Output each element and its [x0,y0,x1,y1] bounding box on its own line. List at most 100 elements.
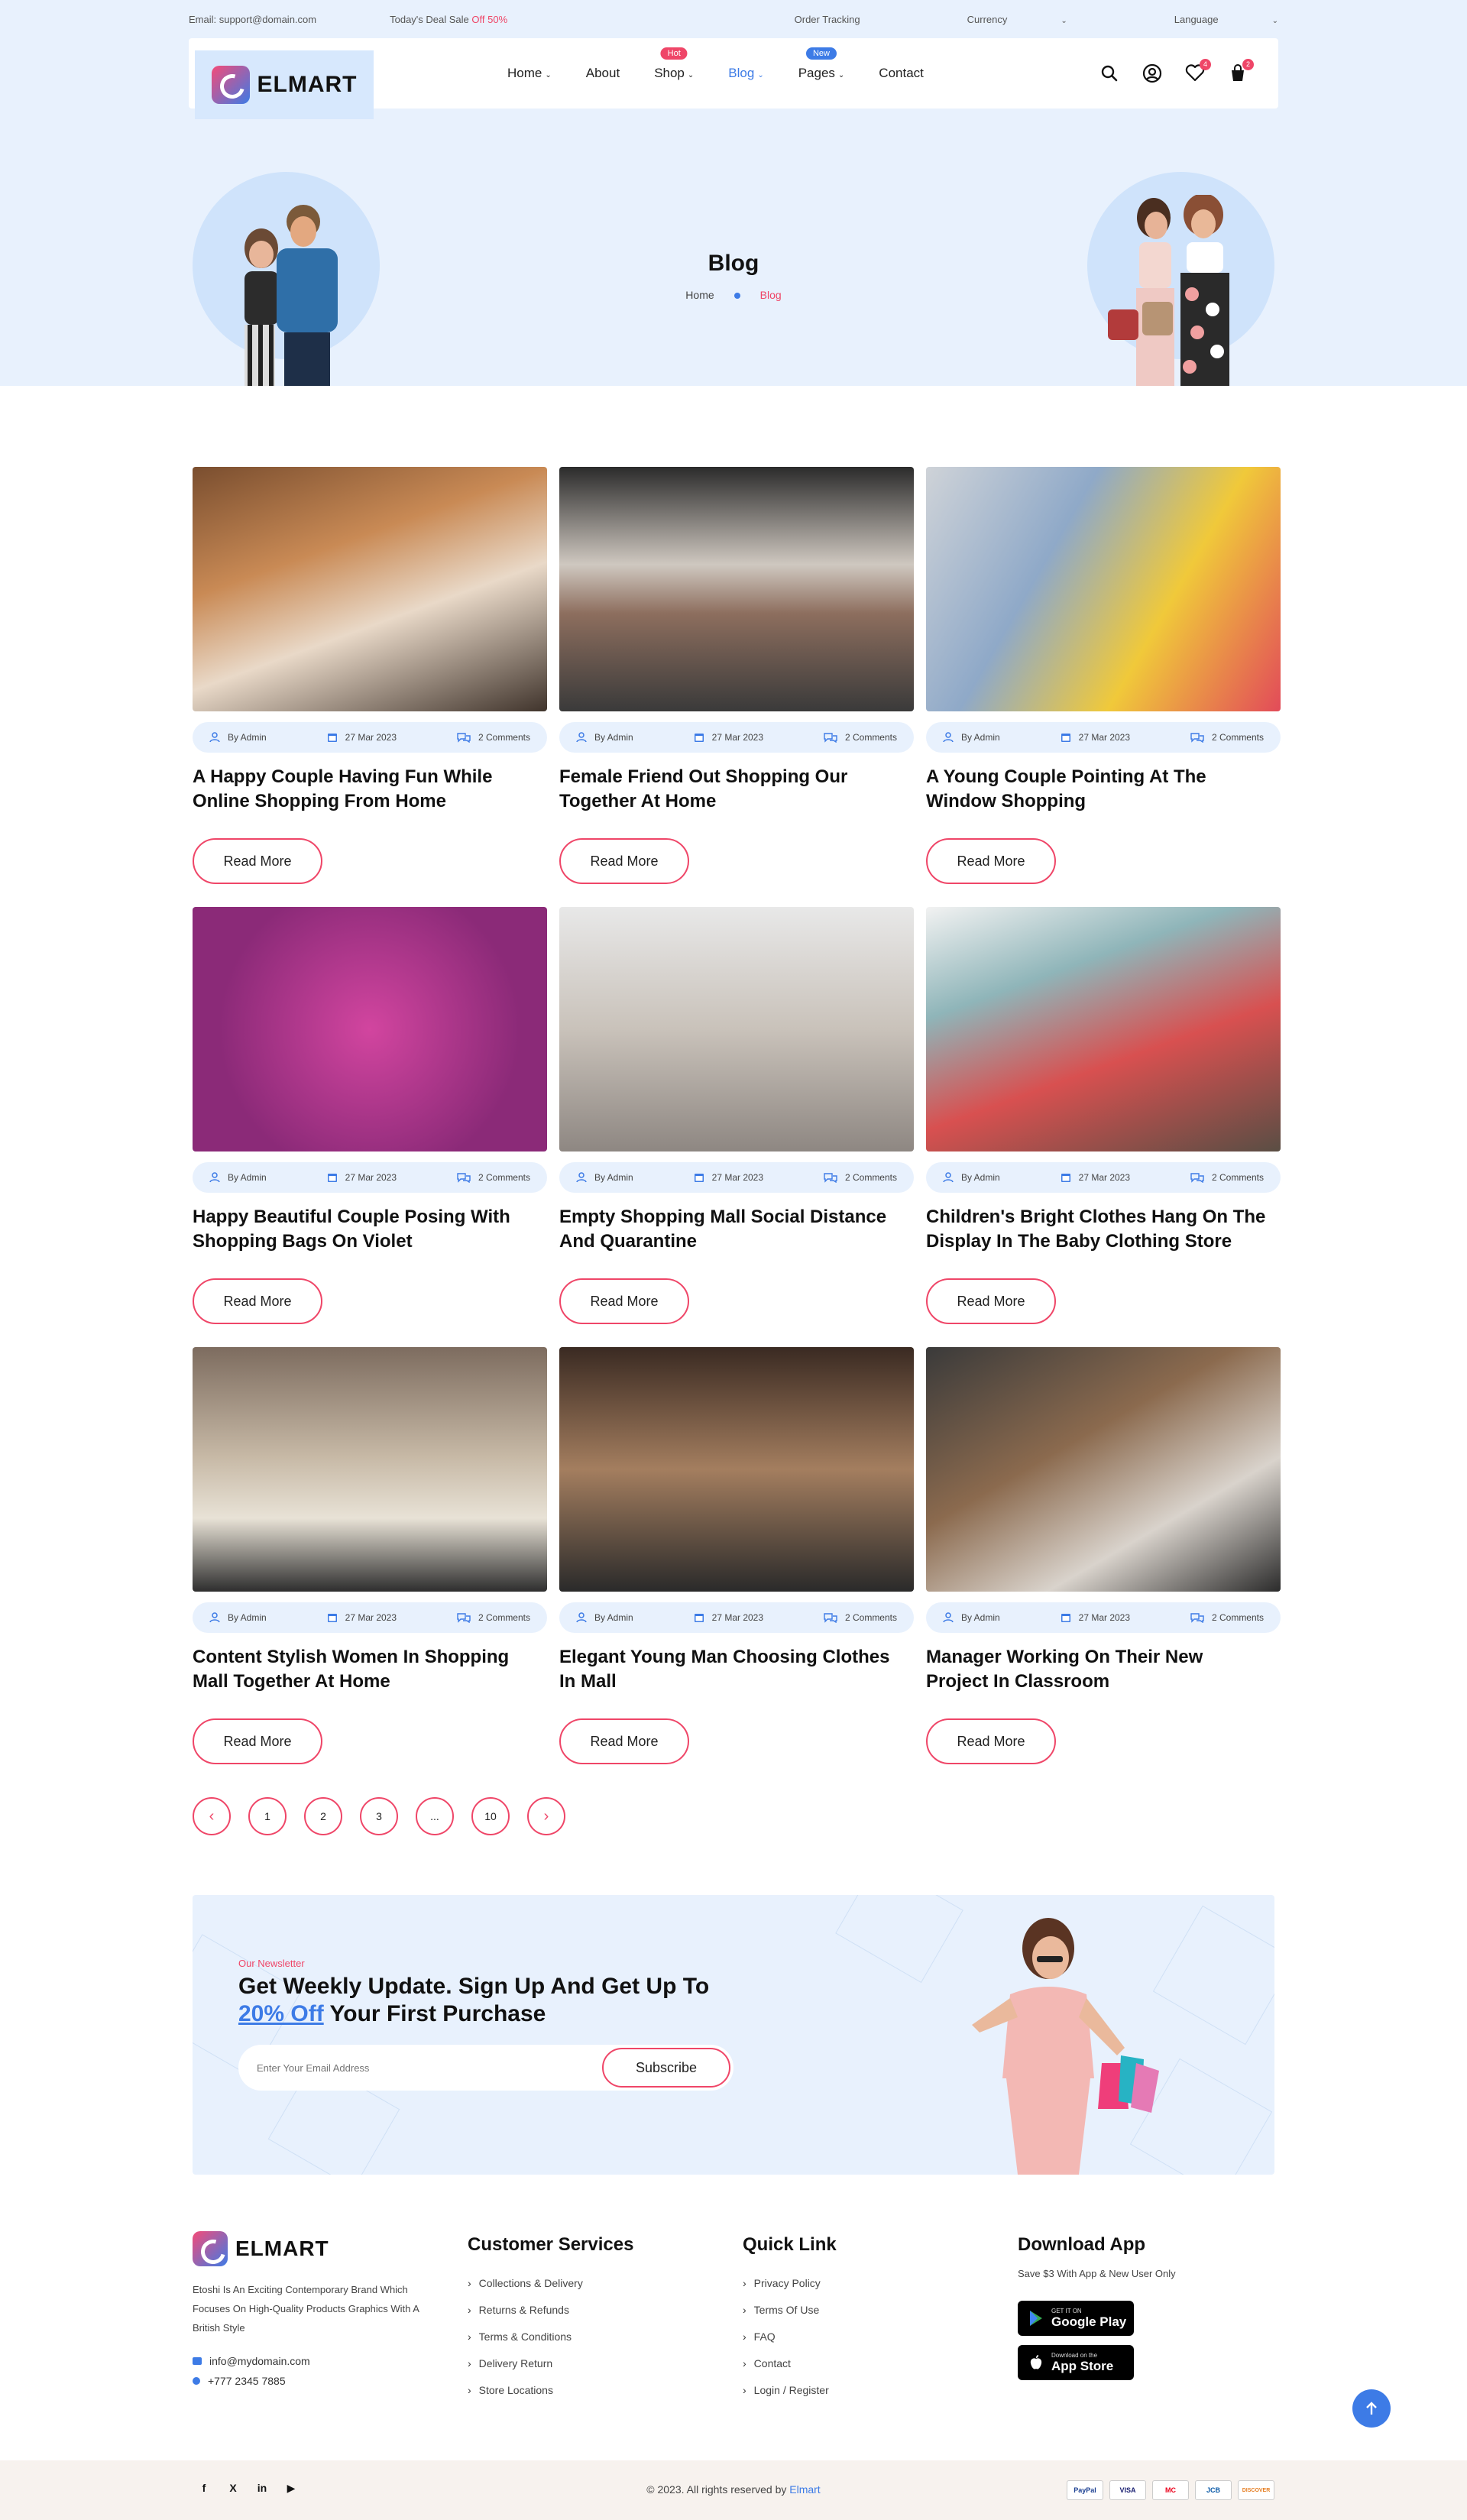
blog-card-image[interactable] [193,467,547,711]
copyright-brand-link[interactable]: Elmart [789,2483,820,2496]
read-more-button[interactable]: Read More [926,1278,1056,1324]
google-play-icon [1030,2311,1042,2326]
footer-link[interactable]: Collections & Delivery [468,2277,633,2289]
menu-item-blog[interactable]: Blog ⌄ [728,66,763,81]
read-more-button[interactable]: Read More [559,1278,689,1324]
deal-text: Today's Deal Sale [390,13,469,25]
menu-item-shop[interactable]: Hot Shop ⌄ [654,47,694,81]
date-meta: 27 Mar 2023 [327,1172,397,1183]
read-more-button[interactable]: Read More [193,1718,322,1764]
subscribe-button[interactable]: Subscribe [602,2048,730,2088]
blog-card-image[interactable] [926,907,1281,1151]
blog-card-image[interactable] [559,907,914,1151]
calendar-icon [1061,734,1070,742]
newsletter-email-input[interactable] [257,2045,562,2091]
footer-link[interactable]: Returns & Refunds [468,2304,633,2316]
blog-card-title[interactable]: Children's Bright Clothes Hang On The Di… [926,1205,1270,1254]
search-icon[interactable] [1099,63,1119,83]
logo[interactable]: ELMART [195,50,374,119]
comments-text: 2 Comments [844,1612,897,1623]
footer-link[interactable]: FAQ [743,2331,837,2343]
wishlist-icon[interactable]: 4 [1185,59,1211,83]
date-meta: 27 Mar 2023 [694,732,763,743]
blog-card-image[interactable] [926,1347,1281,1592]
blog-card-image[interactable] [559,1347,914,1592]
read-more-button[interactable]: Read More [926,1718,1056,1764]
user-icon [576,1172,587,1183]
comments-text: 2 Comments [478,732,530,743]
read-more-button[interactable]: Read More [559,838,689,884]
blog-card: By Admin 27 Mar 2023 2 Comments Female F… [559,467,914,907]
arrow-up-icon [1366,2402,1377,2415]
date-meta: 27 Mar 2023 [1061,732,1130,743]
footer-link[interactable]: Login / Register [743,2384,837,2396]
read-more-button[interactable]: Read More [193,838,322,884]
menu-label: Home [507,66,542,80]
blog-card: By Admin 27 Mar 2023 2 Comments A Young … [926,467,1281,907]
read-more-button[interactable]: Read More [926,838,1056,884]
author-meta: By Admin [209,1612,267,1623]
nav-icons: 4 2 [1099,59,1254,83]
menu-item-pages[interactable]: New Pages ⌄ [798,47,844,81]
footer-download-app: Download App Save $3 With App & New User… [1018,2231,1176,2389]
blog-card-title[interactable]: Happy Beautiful Couple Posing With Shopp… [193,1205,536,1254]
blog-card-title[interactable]: Content Stylish Women In Shopping Mall T… [193,1645,536,1694]
date-text: 27 Mar 2023 [711,732,764,743]
pagination: ‹ 1 2 3... 10 › [193,1797,565,1835]
language-dropdown[interactable]: Language ⌄ [1121,14,1278,25]
app-store-button[interactable]: Download on the App Store [1018,2345,1134,2380]
pagination-page-button[interactable]: 3 [360,1797,398,1835]
author-text: By Admin [594,732,633,743]
pagination-prev-button[interactable]: ‹ [193,1797,231,1835]
menu-item-about[interactable]: About [586,66,620,81]
pagination-page-button[interactable]: 10 [471,1797,510,1835]
pagination-next-button[interactable]: › [527,1797,565,1835]
date-text: 27 Mar 2023 [711,1612,764,1623]
cart-icon[interactable]: 2 [1228,59,1254,83]
author-meta: By Admin [943,1612,1000,1623]
blog-card-title[interactable]: Female Friend Out Shopping Our Together … [559,765,903,814]
blog-card-image[interactable] [926,467,1281,711]
footer-link[interactable]: Store Locations [468,2384,633,2396]
read-more-button[interactable]: Read More [193,1278,322,1324]
footer-link[interactable]: Terms Of Use [743,2304,837,2316]
blog-card-title[interactable]: Elegant Young Man Choosing Clothes In Ma… [559,1645,903,1694]
calendar-icon [694,1614,704,1622]
pagination-page-button[interactable]: 2 [304,1797,342,1835]
blog-card-meta: By Admin 27 Mar 2023 2 Comments [559,1162,914,1193]
blog-card-image[interactable] [559,467,914,711]
footer-logo[interactable]: ELMART [193,2231,429,2266]
order-tracking-link[interactable]: Order Tracking [795,14,860,25]
pagination-page-button[interactable]: 1 [248,1797,287,1835]
blog-card: By Admin 27 Mar 2023 2 Comments Elegant … [559,1347,914,1787]
footer-phone[interactable]: +777 2345 7885 [193,2371,429,2391]
user-icon[interactable] [1142,63,1162,83]
footer-link[interactable]: Terms & Conditions [468,2331,633,2343]
author-meta: By Admin [943,1172,1000,1183]
breadcrumb-home[interactable]: Home [685,289,714,301]
blog-card-title[interactable]: Empty Shopping Mall Social Distance And … [559,1205,903,1254]
blog-card-title[interactable]: Manager Working On Their New Project In … [926,1645,1270,1694]
author-meta: By Admin [576,1612,633,1623]
date-text: 27 Mar 2023 [345,1172,397,1183]
new-badge: New [805,47,837,60]
footer-link[interactable]: Contact [743,2357,837,2369]
currency-dropdown[interactable]: Currency ⌄ [914,14,1067,25]
blog-card-title[interactable]: A Young Couple Pointing At The Window Sh… [926,765,1270,814]
read-more-button[interactable]: Read More [559,1718,689,1764]
breadcrumb-separator [734,293,740,300]
pagination-page-button[interactable]: ... [416,1797,454,1835]
footer-link[interactable]: Privacy Policy [743,2277,837,2289]
google-play-button[interactable]: GET IT ON Google Play [1018,2301,1134,2336]
menu-item-contact[interactable]: Contact [879,66,924,81]
menu-item-home[interactable]: Home ⌄ [507,66,552,81]
comments-text: 2 Comments [844,732,897,743]
footer-link[interactable]: Delivery Return [468,2357,633,2369]
back-to-top-button[interactable] [1352,2389,1391,2428]
blog-card-image[interactable] [193,1347,547,1592]
comments-text: 2 Comments [1211,1612,1264,1623]
footer-email[interactable]: info@mydomain.com [193,2351,429,2371]
blog-card-image[interactable] [193,907,547,1151]
wishlist-count: 4 [1200,59,1211,70]
blog-card-title[interactable]: A Happy Couple Having Fun While Online S… [193,765,536,814]
